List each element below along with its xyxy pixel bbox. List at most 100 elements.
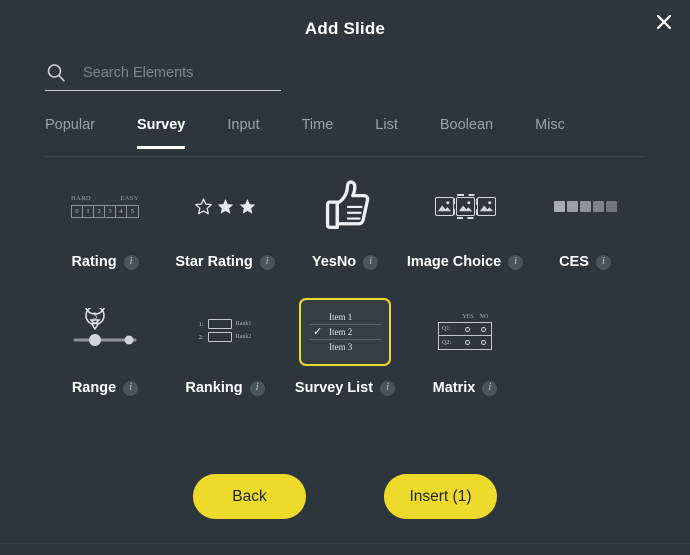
add-slide-dialog: Add Slide Popular Survey Input Time List… bbox=[0, 0, 690, 555]
tab-list[interactable]: List bbox=[375, 117, 398, 149]
matrix-row: Q1: bbox=[439, 323, 491, 336]
caption: CES i bbox=[559, 254, 611, 270]
element-card-range[interactable]: 3 Range i bbox=[45, 298, 165, 396]
range-slider-icon: 3 bbox=[67, 308, 143, 356]
back-button[interactable]: Back bbox=[193, 474, 306, 519]
survey-list-icon: Item 1 ✓ Item 2 Item 3 bbox=[309, 310, 381, 355]
matrix-row: Q2: bbox=[439, 336, 491, 349]
element-grid: HARD EASY 0 1 2 3 4 5 Rating i Star Rati… bbox=[45, 172, 645, 424]
ces-swatch bbox=[579, 200, 591, 212]
star-empty-icon bbox=[194, 197, 212, 214]
search-input[interactable] bbox=[83, 64, 281, 81]
thumbs-up-icon bbox=[325, 180, 370, 229]
element-card-survey-list[interactable]: Item 1 ✓ Item 2 Item 3 Survey List i bbox=[285, 298, 405, 396]
survey-list-check: ✓ bbox=[313, 326, 323, 338]
info-icon[interactable]: i bbox=[123, 380, 139, 396]
matrix-radio bbox=[459, 340, 475, 345]
ces-swatch bbox=[566, 200, 578, 212]
star-filled-icon bbox=[239, 198, 255, 214]
rating-left-label: HARD bbox=[71, 194, 92, 202]
rank-box bbox=[207, 319, 232, 329]
element-card-rating[interactable]: HARD EASY 0 1 2 3 4 5 Rating i bbox=[45, 172, 165, 270]
info-icon[interactable]: i bbox=[380, 380, 396, 396]
caption: Range i bbox=[71, 380, 139, 396]
rating-box: 4 bbox=[116, 205, 127, 217]
element-label: Range bbox=[71, 380, 117, 396]
element-label: Image Choice bbox=[406, 254, 502, 270]
rating-box: 1 bbox=[83, 205, 94, 217]
info-icon[interactable]: i bbox=[595, 254, 611, 270]
picture-icon-selected bbox=[452, 193, 478, 219]
close-icon[interactable] bbox=[649, 7, 679, 37]
ces-thumb[interactable] bbox=[539, 172, 631, 240]
info-icon[interactable]: i bbox=[249, 380, 265, 396]
element-label: YesNo bbox=[311, 254, 357, 270]
element-label: CES bbox=[559, 254, 589, 270]
element-row: HARD EASY 0 1 2 3 4 5 Rating i Star Rati… bbox=[45, 172, 645, 270]
ces-scale-icon bbox=[553, 200, 617, 212]
survey-list-text: Item 3 bbox=[329, 342, 353, 352]
rank-number: 1: bbox=[198, 320, 204, 328]
picture-icon bbox=[434, 196, 454, 216]
rating-right-label: EASY bbox=[120, 194, 139, 202]
star-rating-icon bbox=[194, 197, 257, 216]
survey-list-text: Item 1 bbox=[329, 311, 353, 322]
insert-button[interactable]: Insert (1) bbox=[384, 474, 497, 519]
rank-label: Rank2 bbox=[235, 334, 252, 340]
ces-swatch bbox=[592, 200, 604, 212]
matrix-radio bbox=[475, 340, 491, 345]
element-card-star-rating[interactable]: Star Rating i bbox=[165, 172, 285, 270]
matrix-radio bbox=[459, 326, 475, 332]
star-rating-thumb[interactable] bbox=[179, 172, 271, 240]
element-card-matrix[interactable]: YES NO Q1: Q2: Matrix i bbox=[405, 298, 525, 396]
caption: Star Rating i bbox=[175, 254, 275, 270]
yesno-thumb[interactable] bbox=[299, 172, 391, 240]
range-thumb[interactable]: 3 bbox=[59, 298, 151, 366]
info-icon[interactable]: i bbox=[363, 254, 379, 270]
footer-divider bbox=[0, 543, 690, 544]
tab-misc[interactable]: Misc bbox=[535, 117, 565, 149]
rank-number: 2: bbox=[198, 333, 204, 341]
info-icon[interactable]: i bbox=[508, 254, 524, 270]
page-title: Add Slide bbox=[304, 19, 386, 38]
rating-thumb[interactable]: HARD EASY 0 1 2 3 4 5 bbox=[59, 172, 151, 240]
matrix-icon: YES NO Q1: Q2: bbox=[438, 314, 492, 350]
caption: YesNo i bbox=[311, 254, 379, 270]
info-icon[interactable]: i bbox=[259, 254, 275, 270]
rating-box: 2 bbox=[94, 205, 105, 217]
caption: Ranking i bbox=[185, 380, 265, 396]
element-label: Ranking bbox=[185, 380, 243, 396]
rank-box bbox=[207, 332, 232, 342]
rating-box: 0 bbox=[72, 205, 83, 217]
matrix-column-header: NO bbox=[479, 314, 489, 320]
element-label: Star Rating bbox=[175, 254, 253, 270]
category-tabs: Popular Survey Input Time List Boolean M… bbox=[45, 117, 645, 157]
ces-swatch bbox=[605, 200, 617, 212]
element-card-image-choice[interactable]: Image Choice i bbox=[405, 172, 525, 270]
ranking-thumb[interactable]: 1: Rank1 2: Rank2 bbox=[179, 298, 271, 366]
element-label: Matrix bbox=[432, 380, 476, 396]
survey-list-thumb[interactable]: Item 1 ✓ Item 2 Item 3 bbox=[299, 298, 391, 366]
image-choice-thumb[interactable] bbox=[419, 172, 511, 240]
caption: Rating i bbox=[71, 254, 139, 270]
element-card-yesno[interactable]: YesNo i bbox=[285, 172, 405, 270]
matrix-column-header: YES bbox=[462, 314, 474, 320]
search-bar[interactable] bbox=[45, 55, 281, 91]
tab-time[interactable]: Time bbox=[302, 117, 334, 149]
tab-boolean[interactable]: Boolean bbox=[440, 117, 493, 149]
info-icon[interactable]: i bbox=[123, 254, 139, 270]
tab-survey[interactable]: Survey bbox=[136, 117, 186, 149]
element-card-ranking[interactable]: 1: Rank1 2: Rank2 Ranking i bbox=[165, 298, 285, 396]
element-label: Survey List bbox=[294, 380, 374, 396]
dialog-actions: Back Insert (1) bbox=[0, 474, 690, 519]
element-card-ces[interactable]: CES i bbox=[525, 172, 645, 270]
matrix-row-label: Q1: bbox=[442, 326, 451, 332]
ces-swatch bbox=[553, 200, 565, 212]
matrix-row-label: Q2: bbox=[442, 339, 451, 346]
ranking-icon: 1: Rank1 2: Rank2 bbox=[198, 319, 252, 345]
picture-icon bbox=[476, 196, 496, 216]
tab-popular[interactable]: Popular bbox=[45, 117, 95, 149]
info-icon[interactable]: i bbox=[482, 380, 498, 396]
matrix-thumb[interactable]: YES NO Q1: Q2: bbox=[419, 298, 511, 366]
tab-input[interactable]: Input bbox=[227, 117, 259, 149]
